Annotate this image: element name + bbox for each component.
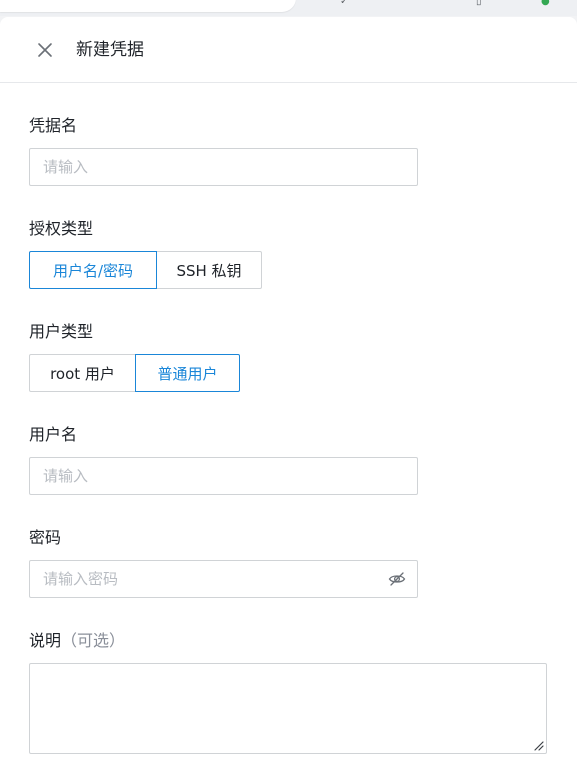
browser-toolbar-icon: ● [541,0,550,7]
user-type-label: 用户类型 [29,322,94,341]
browser-toolbar-icon: ✓ [340,0,349,7]
drawer-title: 新建凭据 [76,40,144,60]
drawer-header: 新建凭据 [0,17,577,83]
credential-name-label: 凭据名 [29,116,78,135]
user-type-root-option[interactable]: root 用户 [29,354,136,392]
auth-type-label: 授权类型 [29,219,94,238]
description-textarea[interactable] [29,663,547,754]
close-icon [38,43,52,57]
description-label-text: 说明 [29,631,62,650]
credential-name-input[interactable] [29,148,418,186]
new-credential-drawer: 新建凭据 凭据名 授权类型 用户名/密码 SSH 私钥 用户类型 root 用户… [0,17,577,774]
browser-chrome: ✓ ▯ ● [0,0,577,16]
username-label: 用户名 [29,425,78,444]
username-input[interactable] [29,457,418,495]
password-visibility-toggle[interactable] [388,570,406,588]
password-field [29,560,418,598]
password-input[interactable] [29,560,418,598]
password-label: 密码 [29,528,62,547]
browser-tab-edge [0,0,296,12]
optional-hint: （可选） [61,631,126,650]
user-type-normal-option[interactable]: 普通用户 [135,354,240,392]
close-button[interactable] [33,38,57,62]
browser-toolbar-icon: ▯ [476,0,482,7]
auth-type-ssh-key-option[interactable]: SSH 私钥 [156,251,262,289]
resize-grip-icon[interactable] [532,739,544,751]
description-label: 说明（可选） [29,630,125,652]
auth-type-password-option[interactable]: 用户名/密码 [29,251,157,289]
eye-off-icon [388,572,406,586]
